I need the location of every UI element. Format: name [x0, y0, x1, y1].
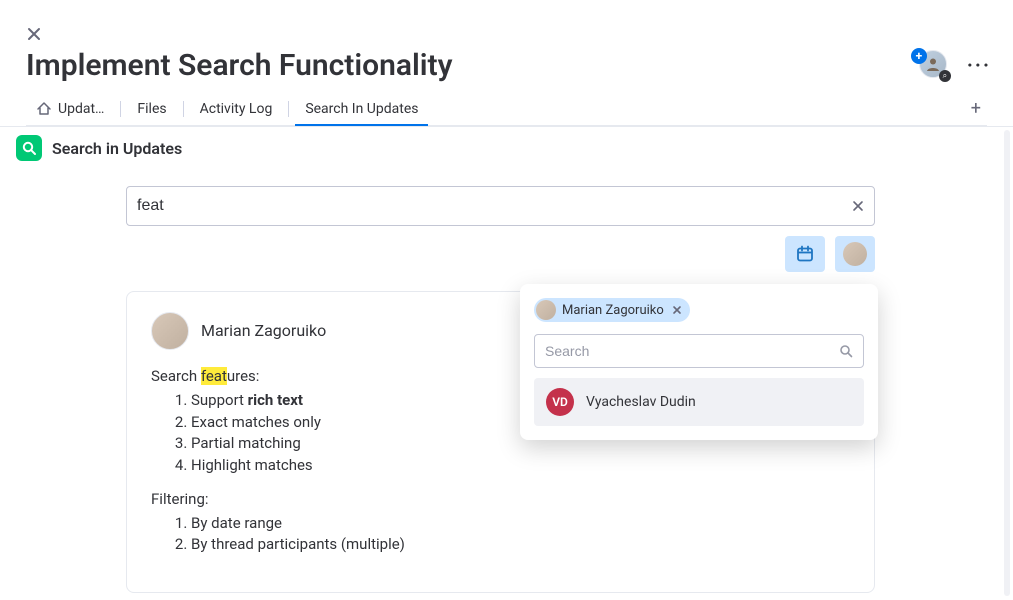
date-filter-button[interactable] [785, 236, 825, 272]
list-item: By date range [191, 513, 850, 535]
tab-updates[interactable]: Updat… [26, 92, 114, 125]
person-name: Vyacheslav Dudin [586, 394, 696, 410]
home-icon [36, 101, 52, 117]
list-item: Highlight matches [191, 455, 850, 477]
separator [120, 101, 121, 117]
separator [183, 101, 184, 117]
tab-label: Search In Updates [305, 101, 418, 117]
tabs-bar: Updat… Files Activity Log Search In Upda… [26, 92, 987, 126]
clear-search-icon[interactable] [852, 200, 864, 212]
avatar-initials: VD [546, 388, 574, 416]
update-text-line: Filtering: [151, 489, 850, 511]
popover-search-row [534, 334, 864, 368]
calendar-icon [795, 244, 815, 264]
avatar [536, 300, 556, 320]
search-input[interactable] [137, 197, 852, 215]
tab-label: Updat… [58, 101, 104, 117]
magnify-badge-icon: ⌕ [939, 70, 951, 82]
person-option-row[interactable]: VD Vyacheslav Dudin [534, 378, 864, 426]
tab-activity-log[interactable]: Activity Log [190, 92, 283, 125]
popover-search-input[interactable] [545, 343, 839, 359]
page-title: Implement Search Functionality [26, 48, 453, 83]
author-name[interactable]: Marian Zagoruiko [201, 319, 326, 342]
person-filter-popover: Marian Zagoruiko VD Vyacheslav Dudin [520, 284, 878, 440]
divider [0, 126, 1013, 127]
person-filter-button[interactable] [835, 236, 875, 272]
list-item: By thread participants (multiple) [191, 534, 850, 556]
filtering-list: By date range By thread participants (mu… [151, 513, 850, 557]
tab-files[interactable]: Files [127, 92, 176, 125]
remove-chip-icon[interactable] [672, 305, 682, 315]
close-icon[interactable] [26, 26, 42, 42]
more-menu-icon[interactable]: ··· [967, 53, 991, 77]
search-icon [839, 344, 853, 358]
plus-badge-icon: + [911, 48, 927, 64]
avatar [151, 312, 189, 350]
tab-label: Activity Log [200, 101, 273, 117]
tab-label: Files [137, 101, 166, 117]
avatar [843, 242, 867, 266]
highlight: feat [201, 367, 227, 385]
add-tab-button[interactable]: + [965, 98, 987, 119]
scrollbar[interactable] [1004, 130, 1010, 596]
separator [288, 101, 289, 117]
chip-label: Marian Zagoruiko [562, 303, 664, 318]
search-app-icon [16, 135, 42, 161]
search-input-row [126, 186, 875, 226]
tab-search-in-updates[interactable]: Search In Updates [295, 92, 428, 125]
add-member-avatar[interactable]: + ⌕ [919, 50, 949, 80]
subheader-title: Search in Updates [52, 139, 182, 158]
selected-person-chip[interactable]: Marian Zagoruiko [534, 298, 690, 322]
